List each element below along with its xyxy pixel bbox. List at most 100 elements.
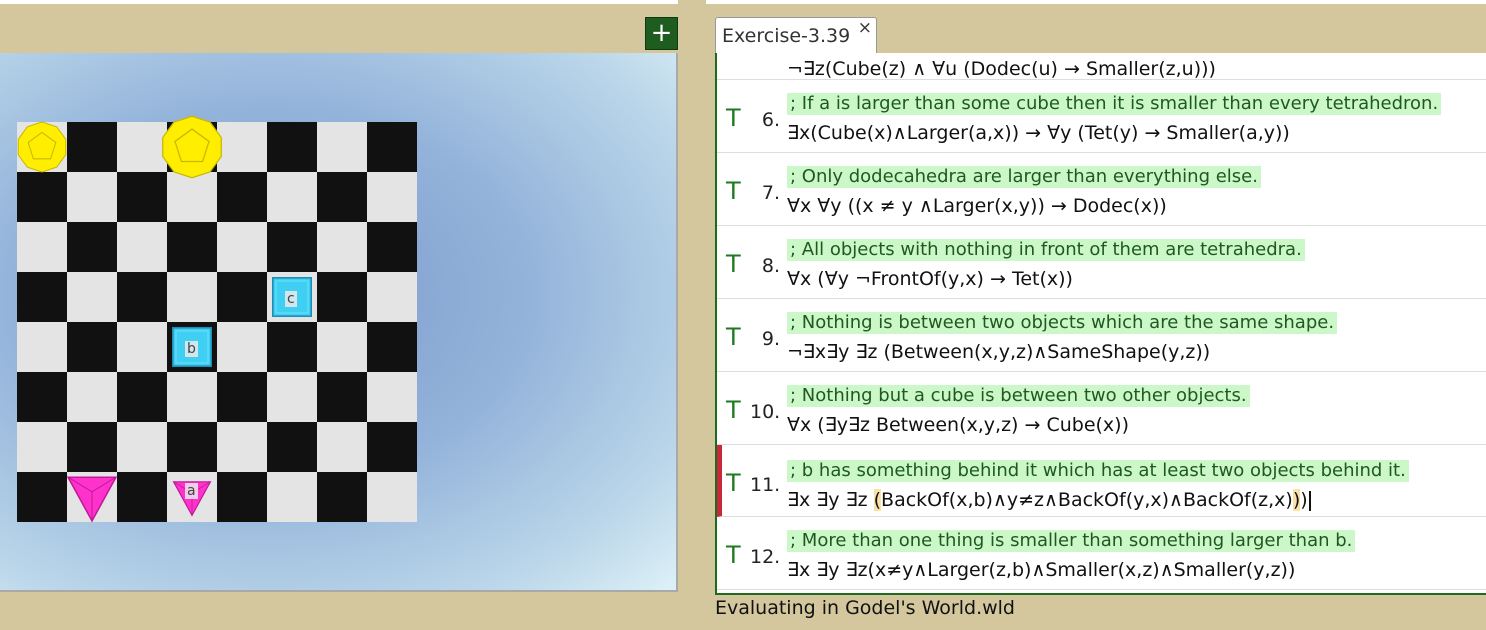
sentence-row[interactable]: ¬∃z(Cube(z) ∧ ∀u (Dodec(u) → Smaller(z,u… — [717, 53, 1486, 80]
sentence-row[interactable]: T 10. ; Nothing but a cube is between tw… — [717, 372, 1486, 445]
sentence-number: 7. — [761, 182, 780, 204]
board-square[interactable] — [317, 422, 367, 472]
board-square[interactable] — [367, 422, 417, 472]
board-square[interactable] — [217, 172, 267, 222]
object-label: c — [285, 291, 297, 307]
board-square[interactable] — [367, 122, 417, 172]
board-square[interactable] — [117, 322, 167, 372]
board-square[interactable] — [217, 122, 267, 172]
board-square[interactable] — [317, 472, 367, 522]
sentence-formula[interactable]: ∀x ∀y ((x ≠ y ∧Larger(x,y)) → Dodec(x)) — [787, 195, 1167, 217]
sentence-formula[interactable]: ∀x (∀y ¬FrontOf(y,x) → Tet(x)) — [787, 268, 1073, 290]
board-square[interactable] — [167, 172, 217, 222]
board-square[interactable] — [17, 172, 67, 222]
sentence-number: 8. — [761, 255, 780, 277]
sentence-formula[interactable]: ∀x (∃y∃z Between(x,y,z) → Cube(x)) — [787, 414, 1129, 436]
cube-block[interactable]: b — [172, 327, 212, 367]
board-square[interactable] — [367, 322, 417, 372]
board-square[interactable] — [167, 422, 217, 472]
board-square[interactable] — [67, 422, 117, 472]
board-square[interactable] — [367, 472, 417, 522]
board-square[interactable] — [117, 472, 167, 522]
sentence-row[interactable]: T 7. ; Only dodecahedra are larger than … — [717, 153, 1486, 226]
board-square[interactable] — [267, 422, 317, 472]
board-square[interactable] — [17, 322, 67, 372]
board-square[interactable] — [67, 372, 117, 422]
board-square[interactable] — [117, 272, 167, 322]
tet-block[interactable]: a — [172, 477, 212, 517]
board-square[interactable] — [217, 422, 267, 472]
sentence-list[interactable]: ¬∃z(Cube(z) ∧ ∀u (Dodec(u) → Smaller(z,u… — [715, 53, 1486, 595]
board-square[interactable] — [17, 222, 67, 272]
sentence-comment[interactable]: ; If a is larger than some cube then it … — [787, 93, 1442, 115]
board-square[interactable] — [217, 472, 267, 522]
board-square[interactable] — [67, 322, 117, 372]
board-square[interactable] — [267, 122, 317, 172]
sentence-formula[interactable]: ∃x(Cube(x)∧Larger(a,x)) → ∀y (Tet(y) → S… — [787, 122, 1290, 144]
board-square[interactable] — [167, 372, 217, 422]
sentence-comment[interactable]: ; Nothing but a cube is between two othe… — [787, 385, 1250, 407]
dodec-block[interactable] — [160, 115, 224, 179]
board-square[interactable] — [67, 272, 117, 322]
sentence-formula[interactable]: ¬∃z(Cube(z) ∧ ∀u (Dodec(u) → Smaller(z,u… — [787, 58, 1216, 80]
board-square[interactable] — [367, 222, 417, 272]
board-square[interactable] — [267, 472, 317, 522]
board-square[interactable] — [367, 372, 417, 422]
board-square[interactable] — [267, 172, 317, 222]
tet-block[interactable] — [66, 471, 118, 523]
dodec-icon — [17, 121, 67, 173]
board-square[interactable] — [267, 222, 317, 272]
board-square[interactable] — [217, 322, 267, 372]
board-square[interactable] — [117, 172, 167, 222]
board-square[interactable] — [217, 372, 267, 422]
board-square[interactable] — [117, 422, 167, 472]
sentence-row[interactable]: T 12. ; More than one thing is smaller t… — [717, 517, 1486, 590]
sentence-comment[interactable]: ; Only dodecahedra are larger than every… — [787, 166, 1261, 188]
add-object-button[interactable]: + — [645, 17, 678, 50]
board-square[interactable] — [217, 222, 267, 272]
chess-board[interactable]: c b a — [16, 115, 417, 523]
board-square[interactable] — [317, 122, 367, 172]
board-square[interactable] — [17, 272, 67, 322]
board-square[interactable] — [217, 272, 267, 322]
board-square[interactable] — [17, 472, 67, 522]
sentence-comment[interactable]: ; All objects with nothing in front of t… — [787, 239, 1305, 261]
sentence-row[interactable]: T 8. ; All objects with nothing in front… — [717, 226, 1486, 299]
board-square[interactable] — [67, 122, 117, 172]
board-square[interactable] — [317, 372, 367, 422]
board-square[interactable] — [117, 222, 167, 272]
board-square[interactable] — [267, 372, 317, 422]
board-square[interactable] — [317, 222, 367, 272]
sentence-comment[interactable]: ; b has something behind it which has at… — [787, 460, 1409, 482]
tet-icon — [66, 476, 118, 523]
board-square[interactable] — [267, 322, 317, 372]
sentence-formula[interactable]: ¬∃x∃y ∃z (Between(x,y,z)∧SameShape(y,z)) — [787, 341, 1210, 363]
sentence-row[interactable]: T 9. ; Nothing is between two objects wh… — [717, 299, 1486, 372]
board-square[interactable] — [317, 272, 367, 322]
formula-text: ) — [1300, 489, 1308, 511]
board-square[interactable] — [367, 172, 417, 222]
board-square[interactable] — [367, 272, 417, 322]
board-square[interactable] — [17, 422, 67, 472]
board-square[interactable] — [317, 172, 367, 222]
sentence-formula[interactable]: ∃x ∃y ∃z(x≠y∧Larger(z,b)∧Smaller(x,z)∧Sm… — [787, 559, 1295, 581]
sentence-formula-editing[interactable]: ∃x ∃y ∃z (BackOf(x,b)∧y≠z∧BackOf(y,x)∧Ba… — [787, 489, 1311, 511]
board-square[interactable] — [17, 372, 67, 422]
board-square[interactable] — [67, 172, 117, 222]
sentence-row-active[interactable]: T 11. ; b has something behind it which … — [717, 445, 1486, 517]
formula-text: BackOf(x,b)∧y≠z∧BackOf(y,x)∧BackOf(z,x) — [881, 489, 1293, 511]
tab-exercise[interactable]: Exercise-3.39 × — [715, 17, 877, 53]
sentence-number: 12. — [750, 546, 781, 568]
close-icon[interactable]: × — [858, 18, 872, 38]
sentence-comment[interactable]: ; Nothing is between two objects which a… — [787, 312, 1338, 334]
board-square[interactable] — [167, 272, 217, 322]
board-square[interactable] — [67, 222, 117, 272]
sentence-comment[interactable]: ; More than one thing is smaller than so… — [787, 530, 1356, 552]
board-square[interactable] — [117, 372, 167, 422]
cube-block[interactable]: c — [272, 277, 312, 317]
board-square[interactable] — [167, 222, 217, 272]
board-square[interactable] — [317, 322, 367, 372]
world-view[interactable]: c b a — [0, 53, 678, 592]
sentence-row[interactable]: T 6. ; If a is larger than some cube the… — [717, 80, 1486, 153]
dodec-block[interactable] — [16, 121, 68, 173]
